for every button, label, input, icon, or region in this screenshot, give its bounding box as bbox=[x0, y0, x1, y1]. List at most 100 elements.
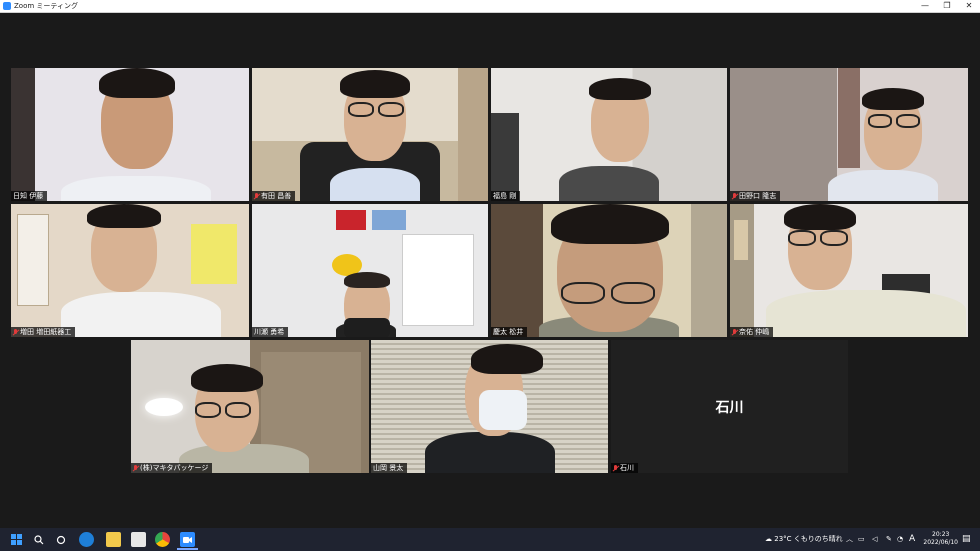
wall-photo bbox=[336, 210, 366, 230]
wall-panel bbox=[691, 204, 727, 337]
video-tile-off[interactable]: 石川 石川 bbox=[611, 340, 848, 473]
person-hair bbox=[862, 88, 924, 110]
title-bar: Zoom ミーティング — ❐ ✕ bbox=[0, 0, 980, 13]
window-title: Zoom ミーティング bbox=[14, 2, 78, 10]
video-tile[interactable]: 日知 伊藤 bbox=[11, 68, 249, 201]
glasses bbox=[896, 114, 920, 128]
person-body bbox=[61, 292, 221, 337]
search-icon[interactable] bbox=[31, 532, 46, 547]
person-body bbox=[766, 290, 966, 337]
glasses bbox=[348, 102, 374, 117]
participant-name-tag: (株)マキタパッケージ bbox=[131, 463, 213, 473]
store-icon[interactable] bbox=[131, 532, 146, 547]
glasses bbox=[378, 102, 404, 117]
participant-name: 奈佑 仲嶋 bbox=[739, 328, 770, 336]
participant-name: 増田 増田紙器工 bbox=[20, 328, 72, 336]
participant-name: 山岡 景太 bbox=[373, 464, 404, 472]
mic-muted-icon bbox=[133, 464, 138, 472]
person-hair bbox=[551, 204, 669, 244]
maximize-button[interactable]: ❐ bbox=[936, 0, 958, 12]
person-hair bbox=[87, 204, 161, 228]
video-tile[interactable]: 田野口 隆志 bbox=[730, 68, 968, 201]
participant-name: 川瀬 勇希 bbox=[254, 328, 285, 336]
tray-chevron-icon[interactable]: ︿ bbox=[846, 528, 853, 551]
person-body bbox=[828, 170, 938, 201]
network-icon[interactable]: ▭ bbox=[858, 528, 865, 551]
person-hair bbox=[340, 70, 410, 98]
video-tile[interactable]: 福島 剛 bbox=[491, 68, 727, 201]
video-tile[interactable]: 慶太 松井 bbox=[491, 204, 727, 337]
close-button[interactable]: ✕ bbox=[958, 0, 980, 12]
mic-muted-icon bbox=[254, 192, 259, 200]
doorway bbox=[491, 113, 519, 201]
video-tile[interactable]: 奈佑 仲嶋 bbox=[730, 204, 968, 337]
wall-poster bbox=[191, 224, 237, 284]
weather-widget[interactable]: ☁ 23°C くもりのち晴れ bbox=[765, 528, 843, 551]
input-indicator[interactable]: A bbox=[909, 528, 915, 551]
taskbar: ☁ 23°C くもりのち晴れ ︿ ▭ ◁ ✎ ◔ A 20:23 2022/06… bbox=[0, 528, 980, 551]
mic-muted-icon bbox=[732, 192, 737, 200]
participant-name: 日知 伊藤 bbox=[13, 192, 44, 200]
participant-name-tag: 石川 bbox=[611, 463, 638, 473]
glasses bbox=[868, 114, 892, 128]
glasses bbox=[611, 282, 655, 304]
clock-time: 20:23 bbox=[932, 531, 950, 538]
zoom-app-icon bbox=[3, 2, 11, 10]
mic-muted-icon bbox=[732, 328, 737, 336]
volume-icon[interactable]: ◁ bbox=[872, 528, 877, 551]
weather-text: 23°C くもりのち晴れ bbox=[774, 535, 843, 543]
person-hair bbox=[99, 68, 175, 98]
participant-name-tag: 慶太 松井 bbox=[491, 327, 528, 337]
glasses bbox=[561, 282, 605, 304]
clock-date: 2022/06/10 bbox=[923, 539, 958, 546]
person-body bbox=[61, 176, 211, 201]
person-hair bbox=[344, 272, 390, 288]
glasses bbox=[225, 402, 251, 418]
face-mask bbox=[479, 390, 527, 430]
participant-name-tag: 田野口 隆志 bbox=[730, 191, 781, 201]
task-view-icon[interactable] bbox=[53, 532, 68, 547]
system-clock[interactable]: 20:23 2022/06/10 bbox=[923, 531, 958, 547]
file-explorer-icon[interactable] bbox=[106, 532, 121, 547]
edge-icon[interactable] bbox=[79, 532, 94, 547]
participant-name: 田野口 隆志 bbox=[739, 192, 777, 200]
wall-paper bbox=[402, 234, 474, 326]
video-tile[interactable]: 有田 昌善 bbox=[252, 68, 488, 201]
pen-icon[interactable]: ✎ bbox=[886, 528, 892, 551]
door-frame bbox=[458, 68, 488, 201]
participant-name: 有田 昌善 bbox=[261, 192, 292, 200]
participant-display-name: 石川 bbox=[715, 399, 744, 416]
person-body bbox=[559, 166, 659, 201]
wall-panel bbox=[734, 220, 748, 260]
participant-name-tag: 福島 剛 bbox=[491, 191, 521, 201]
person-hair bbox=[191, 364, 263, 392]
glasses bbox=[788, 230, 816, 246]
notification-icon[interactable]: ▤ bbox=[962, 528, 971, 551]
participant-name-tag: 山岡 景太 bbox=[371, 463, 408, 473]
participant-name-tag: 奈佑 仲嶋 bbox=[730, 327, 774, 337]
windows-start-icon[interactable] bbox=[9, 532, 24, 547]
mic-muted-icon bbox=[13, 328, 18, 336]
weather-icon: ☁ bbox=[765, 535, 772, 543]
participant-name: 福島 剛 bbox=[493, 192, 517, 200]
chrome-icon[interactable] bbox=[155, 532, 170, 547]
participant-name: 慶太 松井 bbox=[493, 328, 524, 336]
video-tile[interactable]: 山岡 景太 bbox=[371, 340, 608, 473]
video-tile[interactable]: 増田 増田紙器工 bbox=[11, 204, 249, 337]
person-body bbox=[425, 432, 555, 473]
wall-photo bbox=[372, 210, 406, 230]
wifi-icon[interactable]: ◔ bbox=[897, 528, 903, 551]
face-mask bbox=[344, 318, 390, 337]
glasses bbox=[820, 230, 848, 246]
participant-name-tag: 日知 伊藤 bbox=[11, 191, 48, 201]
glasses bbox=[195, 402, 221, 418]
video-tile[interactable]: 川瀬 勇希 bbox=[252, 204, 488, 337]
active-app-indicator bbox=[177, 548, 198, 550]
participant-name-tag: 川瀬 勇希 bbox=[252, 327, 289, 337]
zoom-icon[interactable] bbox=[180, 532, 195, 547]
curtain bbox=[838, 68, 860, 168]
minimize-button[interactable]: — bbox=[914, 0, 936, 12]
person-hair bbox=[471, 344, 543, 374]
participant-name: (株)マキタパッケージ bbox=[140, 464, 209, 472]
video-tile[interactable]: (株)マキタパッケージ bbox=[131, 340, 369, 473]
